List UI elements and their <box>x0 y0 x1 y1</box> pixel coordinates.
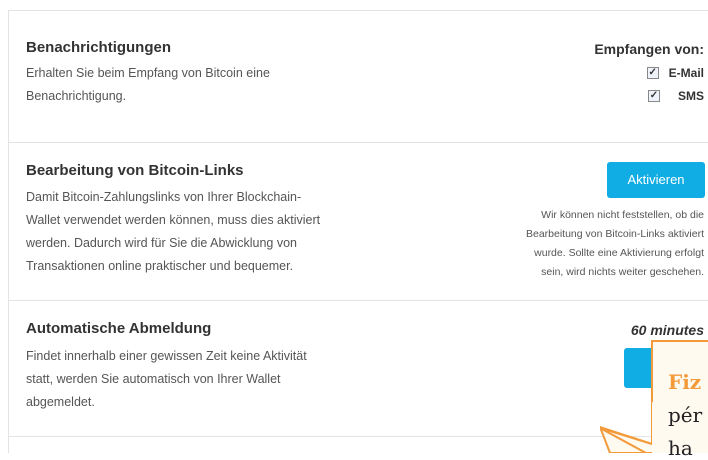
bitcoin-links-note-line: sein, wird nichts weiter geschehen. <box>541 266 704 278</box>
bitcoin-links-description-line: werden. Dadurch wird für Sie die Abwickl… <box>26 236 297 250</box>
bitcoin-links-description-line: Transaktionen online praktischer und beq… <box>26 259 294 273</box>
panel-top-border <box>8 10 708 11</box>
section-divider <box>8 300 708 301</box>
bitcoin-links-note: Wir können nicht feststellen, ob die Bea… <box>464 206 704 282</box>
bitcoin-links-title: Bearbeitung von Bitcoin-Links <box>26 162 244 179</box>
notifications-description-line: Benachrichtigung. <box>26 89 127 103</box>
email-option[interactable]: ✓ E-Mail <box>646 66 704 80</box>
auto-logout-value: 60 minutes <box>630 322 704 338</box>
auto-logout-description-line: Findet innerhalb einer gewissen Zeit kei… <box>26 349 307 363</box>
auto-logout-description-line: abgemeldet. <box>26 395 95 409</box>
callout-title: Fiz <box>668 370 702 394</box>
notifications-title: Benachrichtigungen <box>26 39 172 56</box>
callout-text-line: pér <box>668 403 703 427</box>
sms-option[interactable]: ✓ SMS <box>647 89 704 103</box>
notifications-description: Erhalten Sie beim Empfang von Bitcoin ei… <box>26 62 270 108</box>
notifications-description-line: Erhalten Sie beim Empfang von Bitcoin ei… <box>26 66 270 80</box>
panel-left-border <box>8 10 9 453</box>
email-checkbox[interactable]: ✓ <box>646 67 659 79</box>
auto-logout-title: Automatische Abmeldung <box>26 320 212 337</box>
sms-checkbox[interactable]: ✓ <box>647 90 660 102</box>
bitcoin-links-description-line: Damit Bitcoin-Zahlungslinks von Ihrer Bl… <box>26 190 302 204</box>
email-option-label: E-Mail <box>668 66 704 80</box>
auto-logout-description-line: statt, werden Sie automatisch von Ihrer … <box>26 372 281 386</box>
bitcoin-links-description-line: Wallet verwendet werden können, muss die… <box>26 213 321 227</box>
auto-logout-description: Findet innerhalb einer gewissen Zeit kei… <box>26 345 307 414</box>
bitcoin-links-note-line: Bearbeitung von Bitcoin-Links aktiviert <box>525 228 704 240</box>
receive-from-label: Empfangen von: <box>594 41 704 57</box>
sms-option-label: SMS <box>677 89 704 103</box>
activate-button[interactable]: Aktivieren <box>607 162 705 198</box>
section-divider <box>8 142 708 143</box>
bitcoin-links-note-line: wurde. Sollte eine Aktivierung erfolgt <box>534 247 704 259</box>
bitcoin-links-note-line: Wir können nicht feststellen, ob die <box>541 209 704 221</box>
callout-text-line: ha <box>668 436 693 460</box>
bitcoin-links-description: Damit Bitcoin-Zahlungslinks von Ihrer Bl… <box>26 186 320 278</box>
